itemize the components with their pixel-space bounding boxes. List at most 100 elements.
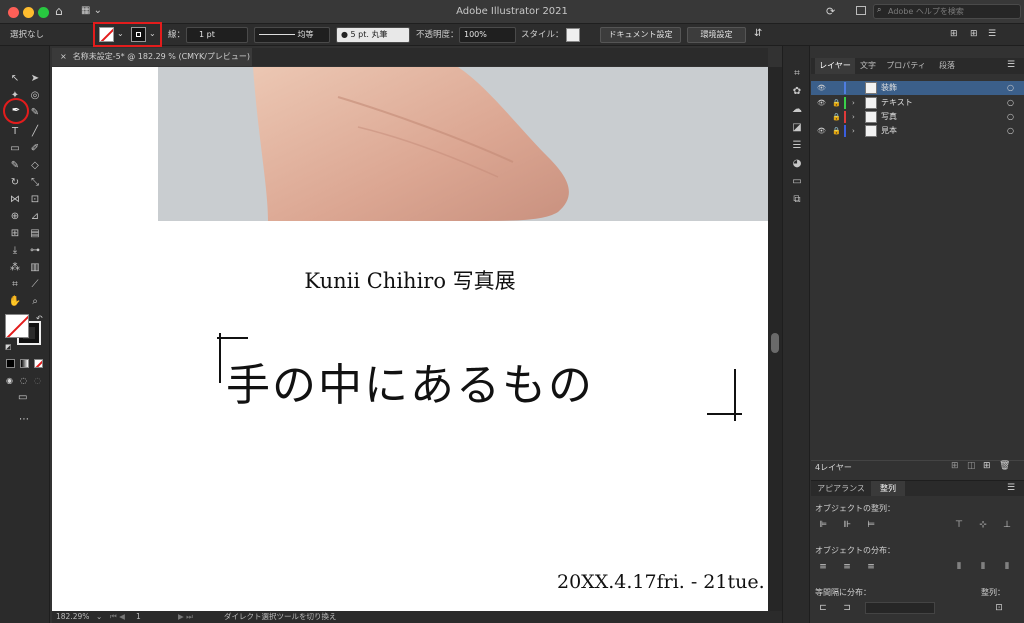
align-bottom-icon[interactable]: ⊥ <box>1001 520 1013 530</box>
zoom-dropdown-icon[interactable]: ⌄ <box>96 611 102 623</box>
zoom-level[interactable]: 182.29% <box>56 611 89 623</box>
none-mode-icon[interactable] <box>34 359 43 368</box>
panel-menu-icon[interactable]: ☰ <box>1007 483 1015 493</box>
preferences-button[interactable]: 環境設定 <box>687 27 746 43</box>
arrange-icon[interactable]: ⇵ <box>754 28 762 39</box>
target-icon[interactable]: ○ <box>1007 110 1014 124</box>
gradient-tool-icon[interactable]: ▤ <box>28 228 42 240</box>
swap-fill-stroke-icon[interactable]: ↶ <box>36 314 43 323</box>
visibility-icon[interactable]: 👁 <box>817 96 827 110</box>
width-tool-icon[interactable]: ⋈ <box>8 194 22 206</box>
align-right-icon[interactable]: ⊨ <box>865 520 877 530</box>
layer-name[interactable]: 装飾 <box>881 81 897 95</box>
close-tab-icon[interactable]: × <box>60 52 67 61</box>
distribute-center-h-icon[interactable]: ⦀ <box>977 562 989 572</box>
vertical-scrollbar[interactable] <box>768 67 782 611</box>
next-artboard-icon[interactable]: ▶ ⏭ <box>178 611 193 623</box>
spacing-value-field[interactable] <box>865 602 935 614</box>
symbol-sprayer-tool-icon[interactable]: ⁂ <box>8 262 22 274</box>
pathfinder-panel-icon[interactable]: ⧉ <box>789 194 805 206</box>
hand-tool-icon[interactable]: ✋ <box>8 296 22 308</box>
new-sublayer-icon[interactable]: ⊞ <box>951 461 959 471</box>
distribute-spacing-h-icon[interactable]: ⊐ <box>841 603 853 613</box>
fill-dropdown-icon[interactable]: ⌄ <box>117 29 124 38</box>
opacity-field[interactable]: 100% <box>459 27 516 43</box>
layer-row[interactable]: 🔒 › 写真 ○ <box>811 110 1024 124</box>
draw-normal-icon[interactable]: ◉ <box>6 376 13 385</box>
lock-icon[interactable]: 🔒 <box>832 96 841 110</box>
expand-icon[interactable]: › <box>852 124 855 138</box>
align-center-v-icon[interactable]: ⊹ <box>977 520 989 530</box>
align-to-selection-icon[interactable]: ⊡ <box>993 603 1005 613</box>
stroke-panel-icon[interactable]: ☰ <box>789 140 805 152</box>
scroll-thumb[interactable] <box>771 333 779 353</box>
help-search-input[interactable]: Adobe ヘルプを検索 <box>873 4 1021 19</box>
target-icon[interactable]: ○ <box>1007 124 1014 138</box>
align-icon[interactable]: ⊞ <box>950 29 958 39</box>
tab-properties[interactable]: プロパティ <box>881 58 931 74</box>
tab-paragraph[interactable]: 段落 <box>931 58 963 74</box>
clipping-mask-icon[interactable]: ◫ <box>967 461 976 471</box>
align-top-icon[interactable]: ⊤ <box>953 520 965 530</box>
visibility-icon[interactable]: 👁 <box>817 124 827 138</box>
brush-definition[interactable]: ● 5 pt. 丸筆 <box>336 27 410 43</box>
artboard-number[interactable]: 1 <box>136 611 141 623</box>
layer-name[interactable]: 見本 <box>881 124 897 138</box>
fill-swatch-none[interactable] <box>99 27 114 42</box>
screen-mode-icon[interactable]: ▭ <box>18 392 27 403</box>
perspective-grid-tool-icon[interactable]: ⊿ <box>28 211 42 223</box>
zoom-tool-icon[interactable]: ⌕ <box>28 296 42 308</box>
delete-layer-icon[interactable]: 🗑 <box>999 461 1010 471</box>
default-colors-icon[interactable]: ◩ <box>5 343 12 351</box>
panel-menu-icon[interactable]: ☰ <box>988 29 996 39</box>
stroke-weight-field[interactable]: 1 pt <box>186 27 248 43</box>
slice-tool-icon[interactable]: ⟋ <box>28 279 42 291</box>
align-center-h-icon[interactable]: ⊪ <box>841 520 853 530</box>
gradient-mode-icon[interactable] <box>20 359 29 368</box>
layer-name[interactable]: 写真 <box>881 110 897 124</box>
expand-icon[interactable]: › <box>852 110 855 124</box>
gradient-panel-icon[interactable]: ▭ <box>789 176 805 188</box>
eraser-tool-icon[interactable]: ◇ <box>28 160 42 172</box>
shape-builder-tool-icon[interactable]: ⊕ <box>8 211 22 223</box>
variable-width-profile[interactable]: 均等 <box>254 27 330 43</box>
visibility-icon[interactable]: 👁 <box>817 81 827 95</box>
graphic-style-swatch[interactable] <box>566 28 580 42</box>
scale-tool-icon[interactable]: ⤡ <box>28 177 42 189</box>
lock-icon[interactable]: 🔒 <box>832 124 841 138</box>
fill-color-box-none[interactable] <box>5 314 29 338</box>
rotate-tool-icon[interactable]: ↻ <box>8 177 22 189</box>
target-icon[interactable]: ○ <box>1007 81 1014 95</box>
distribute-spacing-v-icon[interactable]: ⊏ <box>817 603 829 613</box>
distribute-center-v-icon[interactable]: ≡ <box>841 562 853 572</box>
type-tool-icon[interactable]: T <box>8 126 22 138</box>
color-mode-icon[interactable] <box>6 359 15 368</box>
lock-icon[interactable]: 🔒 <box>832 110 841 124</box>
first-artboard-icon[interactable]: ⏮ ◀ <box>110 611 125 623</box>
edit-toolbar-icon[interactable]: ⋯ <box>19 414 29 425</box>
layer-name[interactable]: テキスト <box>881 96 913 110</box>
layer-row[interactable]: 👁 装飾 ○ <box>811 81 1024 95</box>
tab-appearance[interactable]: アピアランス <box>813 481 869 496</box>
graph-tool-icon[interactable]: ▥ <box>28 262 42 274</box>
expand-icon[interactable]: › <box>852 96 855 110</box>
distribute-left-icon[interactable]: ⦀ <box>953 562 965 572</box>
shaper-tool-icon[interactable]: ✎ <box>8 160 22 172</box>
arrange-documents-icon[interactable] <box>856 6 866 15</box>
artboard-tool-icon[interactable]: ⌗ <box>8 279 22 291</box>
mesh-tool-icon[interactable]: ⊞ <box>8 228 22 240</box>
transform-panel-icon[interactable]: ⌗ <box>789 68 805 80</box>
document-setup-button[interactable]: ドキュメント設定 <box>600 27 681 43</box>
eyedropper-tool-icon[interactable]: ⤓ <box>8 245 22 257</box>
stroke-swatch[interactable] <box>131 27 146 42</box>
line-tool-icon[interactable]: ╱ <box>28 126 42 138</box>
layer-row[interactable]: 👁 🔒 › テキスト ○ <box>811 96 1024 110</box>
color-panel-icon[interactable]: ◕ <box>789 158 805 170</box>
tab-character[interactable]: 文字 <box>855 58 881 74</box>
sync-icon[interactable]: ⟳ <box>826 5 835 18</box>
lasso-tool-icon[interactable]: ◎ <box>28 90 42 102</box>
free-transform-tool-icon[interactable]: ⊡ <box>28 194 42 206</box>
paintbrush-tool-icon[interactable]: ✐ <box>28 143 42 155</box>
image-trace-icon[interactable]: ◪ <box>789 122 805 134</box>
tab-align[interactable]: 整列 <box>871 481 905 496</box>
